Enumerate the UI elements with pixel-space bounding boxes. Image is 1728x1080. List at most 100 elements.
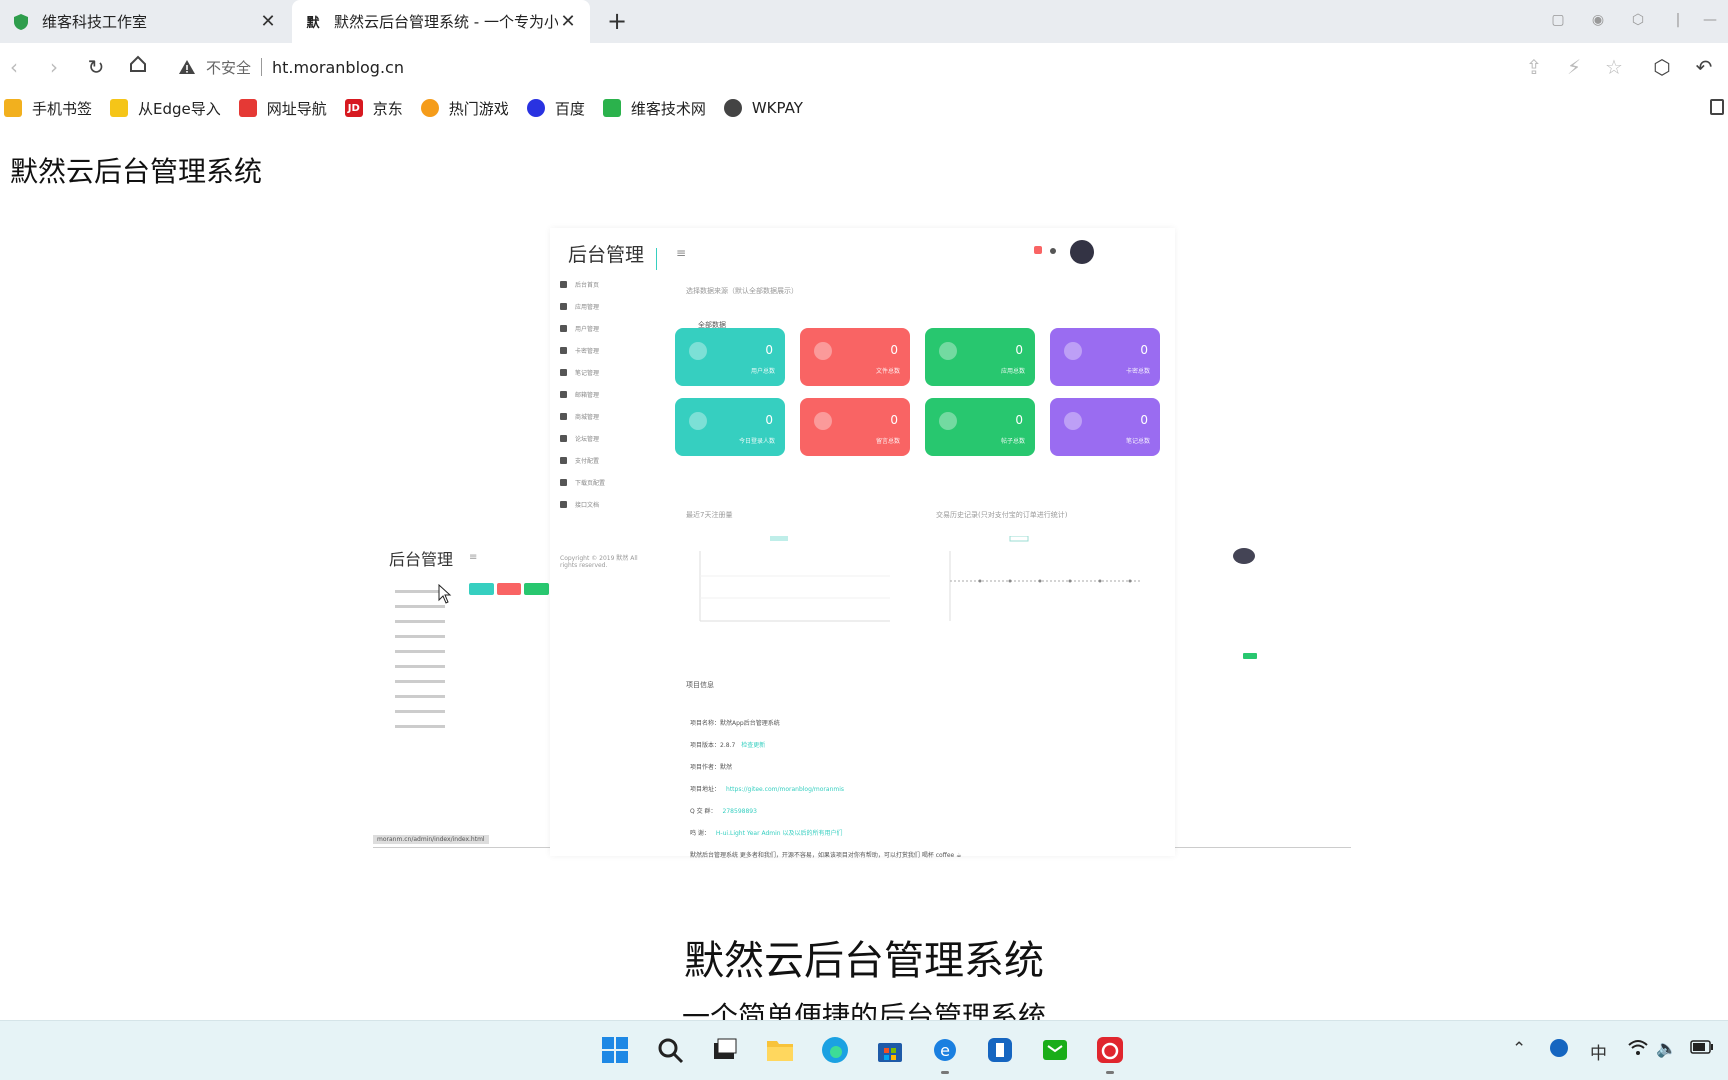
close-tab-icon[interactable]: ✕ bbox=[558, 11, 578, 32]
menu-item[interactable]: 邮箱管理 bbox=[560, 390, 599, 399]
home-icon[interactable] bbox=[124, 53, 152, 81]
task-view-icon[interactable] bbox=[710, 1035, 740, 1065]
file-icon bbox=[814, 342, 832, 360]
admin-logo: 后台管理 bbox=[568, 244, 645, 266]
menu-item[interactable]: 卡密管理 bbox=[560, 346, 599, 355]
wifi-icon[interactable] bbox=[1628, 1039, 1648, 1062]
netease-music-icon[interactable] bbox=[1095, 1035, 1125, 1065]
back-icon[interactable]: ‹ bbox=[0, 53, 28, 81]
warning-icon bbox=[178, 58, 196, 76]
notification-icon[interactable] bbox=[1034, 246, 1042, 254]
lightning-icon[interactable]: ⚡ bbox=[1560, 53, 1588, 81]
url-text[interactable]: ht.moranblog.cn bbox=[272, 58, 404, 77]
bookmark-edge-import[interactable]: 从Edge导入 bbox=[110, 98, 221, 119]
stat-value: 0 bbox=[765, 343, 773, 357]
bookmark-games[interactable]: 热门游戏 bbox=[420, 98, 509, 119]
menu-item[interactable]: 笔记管理 bbox=[560, 368, 599, 377]
stat-card[interactable]: 0 帖子总数 bbox=[925, 398, 1035, 456]
menu-icon bbox=[560, 457, 567, 464]
close-tab-icon[interactable]: ✕ bbox=[258, 11, 278, 32]
share-icon[interactable]: ⇪ bbox=[1520, 53, 1548, 81]
file-explorer-icon[interactable] bbox=[765, 1035, 795, 1065]
menu-item[interactable]: 论坛管理 bbox=[560, 434, 599, 443]
project-url-link[interactable]: https://gitee.com/moranblog/moranmis bbox=[726, 786, 844, 793]
tab-weike[interactable]: 维客科技工作室 ✕ bbox=[0, 0, 290, 43]
stat-card[interactable]: 0 文件总数 bbox=[800, 328, 910, 386]
project-line-label: 项目作者：默然 bbox=[690, 764, 733, 771]
qq-group-link[interactable]: 278598893 bbox=[723, 808, 757, 815]
message-icon bbox=[814, 412, 832, 430]
thanks-link[interactable]: H-ui.Light Year Admin 以及以后的所有用户们 bbox=[716, 830, 843, 837]
volume-icon[interactable]: 🔈 bbox=[1656, 1039, 1677, 1059]
menu-item[interactable]: 用户管理 bbox=[560, 324, 599, 333]
stat-card[interactable]: 0 应用总数 bbox=[925, 328, 1035, 386]
shield-icon bbox=[12, 13, 30, 31]
bookmark-jd[interactable]: JD 京东 bbox=[344, 98, 403, 119]
wechat-icon[interactable] bbox=[1040, 1035, 1070, 1065]
ime-indicator[interactable]: 中 bbox=[1590, 1039, 1607, 1064]
stat-value: 0 bbox=[890, 343, 898, 357]
project-line: 默然后台管理系统 更多者和我们，开源不容易，如果该项目对你有帮助，可以打赏我们 … bbox=[690, 850, 962, 859]
battery-icon[interactable] bbox=[1690, 1039, 1714, 1059]
chevron-up-icon[interactable]: ⌃ bbox=[1512, 1039, 1526, 1059]
bookmark-baidu[interactable]: 百度 bbox=[526, 98, 585, 119]
chart-title-transactions: 交易历史记录(只对支付宝的订单进行统计) bbox=[936, 511, 1068, 519]
ie-icon[interactable]: e bbox=[930, 1035, 960, 1065]
bookmark-weike[interactable]: 维客技术网 bbox=[602, 98, 706, 119]
windows-start-icon[interactable] bbox=[600, 1035, 630, 1065]
new-tab-button[interactable]: + bbox=[602, 6, 632, 36]
menu-item[interactable]: 下载页配置 bbox=[560, 478, 605, 487]
minimize-icon[interactable]: — bbox=[1700, 12, 1720, 32]
bookmark-label: 百度 bbox=[554, 99, 585, 118]
menu-item[interactable]: 后台首页 bbox=[560, 280, 599, 289]
reading-list-icon[interactable] bbox=[1710, 99, 1724, 115]
avatar[interactable] bbox=[1070, 240, 1094, 264]
puzzle-icon[interactable]: ⬡ bbox=[1648, 53, 1676, 81]
stat-card[interactable]: 0 用户总数 bbox=[675, 328, 785, 386]
extensions-icon[interactable]: ⬡ bbox=[1628, 12, 1648, 32]
bookmark-label: WKPAY bbox=[751, 99, 803, 117]
menu-label: 下载页配置 bbox=[575, 480, 606, 487]
stat-card[interactable]: 0 笔记总数 bbox=[1050, 398, 1160, 456]
bookmark-phone[interactable]: 手机书签 bbox=[4, 98, 92, 119]
menu-label: 用户管理 bbox=[575, 326, 600, 333]
stat-label: 卡密总数 bbox=[1125, 368, 1150, 375]
tab-moran[interactable]: 默 默然云后台管理系统 - 一个专为小 ✕ bbox=[292, 0, 590, 43]
card-icon bbox=[1064, 342, 1082, 360]
bookmarks-bar: 手机书签 从Edge导入 网址导航 JD 京东 热门游戏 百度 维客技术网 WK bbox=[0, 91, 1728, 125]
security-label[interactable]: 不安全 bbox=[206, 57, 251, 78]
project-line-label: 项目版本：2.8.7 bbox=[690, 742, 736, 749]
menu-icon bbox=[560, 303, 567, 310]
menu-label: 商城管理 bbox=[575, 414, 600, 421]
menu-item[interactable]: 商城管理 bbox=[560, 412, 599, 421]
menu-item[interactable]: 接口文档 bbox=[560, 500, 599, 509]
forward-icon[interactable]: › bbox=[40, 53, 68, 81]
stat-card[interactable]: 0 今日登录人数 bbox=[675, 398, 785, 456]
edge-icon[interactable] bbox=[820, 1035, 850, 1065]
menu-item[interactable]: 支付配置 bbox=[560, 456, 599, 465]
search-icon[interactable] bbox=[655, 1035, 685, 1065]
user-icon bbox=[689, 342, 707, 360]
bookmark-wkpay[interactable]: WKPAY bbox=[723, 99, 803, 117]
store-icon[interactable] bbox=[875, 1035, 905, 1065]
bookmark-nav[interactable]: 网址导航 bbox=[238, 98, 327, 119]
post-icon bbox=[939, 412, 957, 430]
filter-label: 选择数据来源（默认全部数据展示） bbox=[686, 287, 798, 295]
mini-badge bbox=[1243, 653, 1257, 659]
menu-icon bbox=[560, 347, 567, 354]
theme-icon[interactable] bbox=[1050, 248, 1056, 254]
incognito-icon[interactable]: ◉ bbox=[1588, 12, 1608, 32]
todo-icon[interactable] bbox=[985, 1035, 1015, 1065]
tray-app-icon[interactable] bbox=[1550, 1039, 1568, 1057]
tab-title: 维客科技工作室 bbox=[42, 13, 148, 31]
stat-card[interactable]: 0 留言总数 bbox=[800, 398, 910, 456]
avatar-back bbox=[1233, 548, 1255, 564]
stat-card[interactable]: 0 卡密总数 bbox=[1050, 328, 1160, 386]
undo-icon[interactable]: ↶ bbox=[1690, 53, 1718, 81]
reload-icon[interactable]: ↻ bbox=[82, 53, 110, 81]
check-update-link[interactable]: 检查更新 bbox=[741, 742, 765, 749]
address-bar[interactable]: 不安全 ht.moranblog.cn bbox=[178, 51, 404, 83]
star-icon[interactable]: ☆ bbox=[1600, 53, 1628, 81]
menu-item[interactable]: 应用管理 bbox=[560, 302, 599, 311]
collections-icon[interactable]: ▢ bbox=[1548, 12, 1568, 32]
